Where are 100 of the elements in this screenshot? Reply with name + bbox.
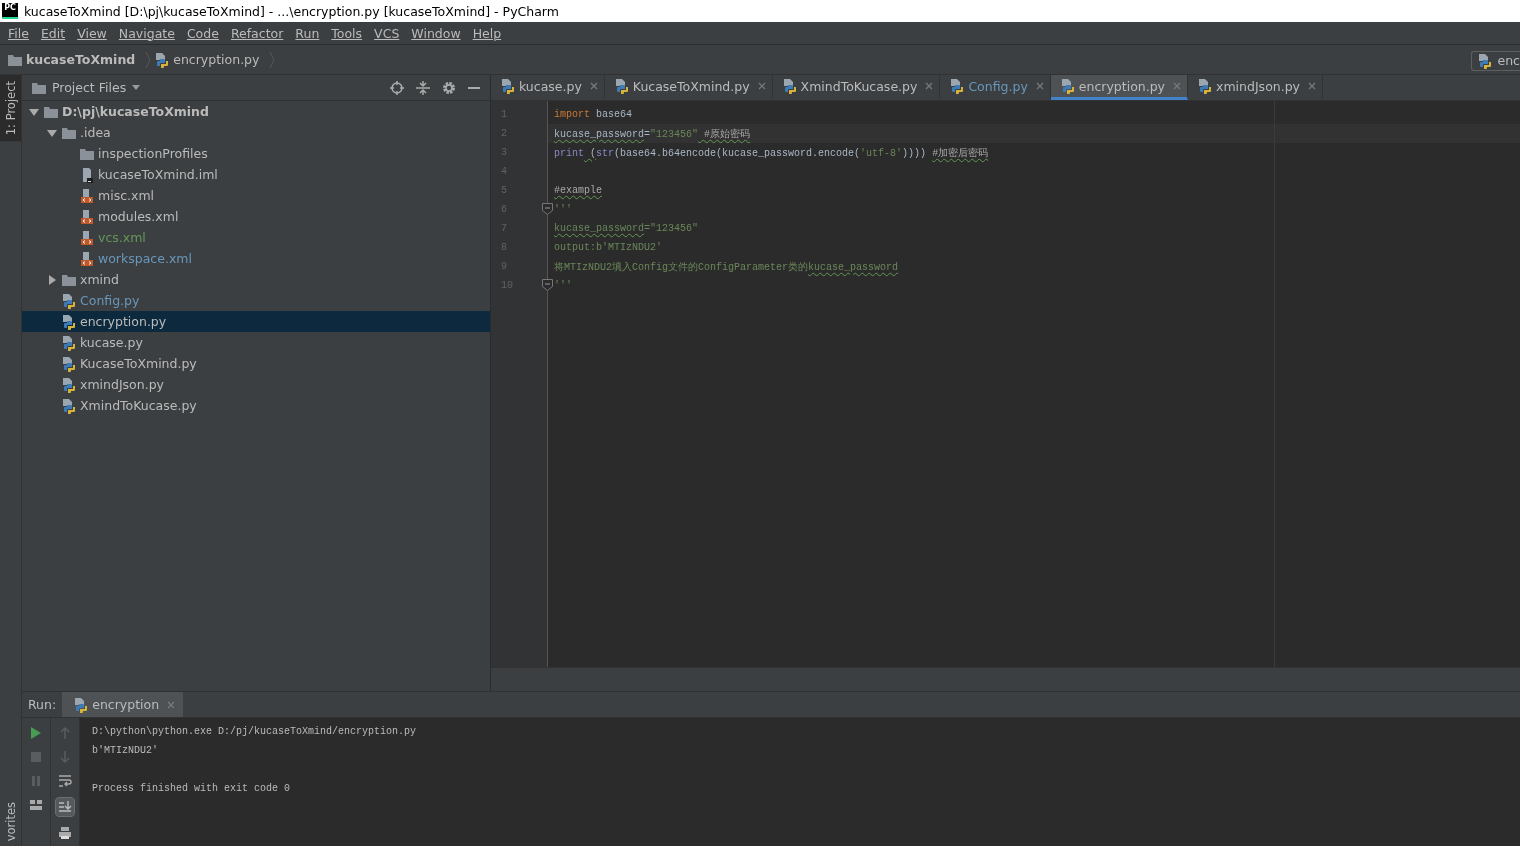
expanded-arrow-icon[interactable] [46,127,58,138]
tree-row[interactable]: kucaseToXmind.iml [22,164,490,185]
tree-row[interactable]: XmindToKucase.py [22,395,490,416]
tree-item-label[interactable]: encryption.py [80,314,167,329]
code-line: 将MTIzNDU2填入Config文件的ConfigParameter类的kucase_password [554,260,899,274]
python-file-icon [1198,78,1213,94]
tool-window-tab[interactable]: vorites [0,801,21,846]
tree-item-label[interactable]: inspectionProfiles [98,146,208,161]
editor-tab[interactable]: kucase.py [491,75,605,100]
editor-tab[interactable]: encryption.py [1050,75,1189,100]
menu-item[interactable]: VCS [368,25,406,41]
tree-row[interactable]: kucase.py [22,332,490,353]
tree-row[interactable]: xmindJson.py [22,374,490,395]
print-icon[interactable] [58,826,72,840]
collapse-all-icon[interactable] [416,80,430,95]
tree-item-label[interactable]: workspace.xml [98,251,192,266]
tree-item-label[interactable]: xmindJson.py [80,377,164,392]
editor-tab[interactable]: xmindJson.py [1188,75,1323,100]
tree-item-label[interactable]: misc.xml [98,188,155,203]
python-file-icon [950,78,965,94]
tree-item-label[interactable]: vcs.xml [98,230,146,245]
folder-icon [62,126,76,139]
menu-item[interactable]: Edit [34,25,72,41]
editor-tab[interactable]: KucaseToXmind.py [604,75,773,100]
close-icon[interactable] [757,82,766,90]
tree-item-label[interactable]: Config.py [80,293,140,308]
tree-item-label[interactable]: kucaseToXmind.iml [98,167,218,182]
tree-item-label[interactable]: xmind [80,272,119,287]
tree-row[interactable]: .idea [22,122,490,143]
tree-item-label[interactable]: modules.xml [98,209,179,224]
breadcrumb[interactable]: encryption.py [155,51,266,68]
project-view-dropdown[interactable]: Project Files [52,80,127,95]
code-line: #example [554,185,602,196]
close-icon[interactable] [1035,82,1044,90]
run-panel-label: Run: [27,697,58,712]
console-output-line: Process finished with exit code 0 [92,783,291,794]
tree-item-label[interactable]: D:\pj\kucaseToXmind [62,104,209,119]
tree-row[interactable]: workspace.xml [22,248,490,269]
tree-row[interactable]: inspectionProfiles [22,143,490,164]
close-icon[interactable] [1173,82,1182,90]
tree-row[interactable]: xmind [22,269,490,290]
breadcrumb[interactable]: kucaseToXmind [8,52,142,67]
editor-tab[interactable]: XmindToKucase.py [772,75,941,100]
layout-icon[interactable] [29,798,43,812]
crosshair-icon[interactable] [390,80,404,95]
close-icon[interactable] [925,82,934,90]
tool-window-tab[interactable]: 1: Project [0,75,21,142]
scroll-to-end-icon[interactable] [56,798,74,816]
expanded-arrow-icon[interactable] [28,106,40,117]
tree-row[interactable]: modules.xml [22,206,490,227]
tree-item-label[interactable]: kucase.py [80,335,143,350]
tree-row[interactable]: D:\pj\kucaseToXmind [22,101,490,122]
caret-icon[interactable] [132,85,141,90]
close-icon[interactable] [167,700,176,709]
run-configuration-dropdown[interactable]: enc [1470,50,1520,71]
soft-wrap-icon[interactable] [58,774,72,788]
fold-marker-icon[interactable] [542,203,553,215]
console-output-line: b'MTIzNDU2' [92,745,158,756]
tree-row[interactable]: vcs.xml [22,227,490,248]
menu-item[interactable]: Navigate [112,25,181,41]
menu-item[interactable]: File [2,25,35,41]
tree-row[interactable]: misc.xml [22,185,490,206]
tree-row[interactable]: Config.py [22,290,490,311]
python-file-icon [62,376,76,393]
collapsed-arrow-icon[interactable] [46,274,58,285]
tree-row[interactable]: KucaseToXmind.py [22,353,490,374]
folder-icon [62,273,76,286]
menu-item[interactable]: Run [289,25,326,41]
tree-item-label[interactable]: .idea [80,125,111,140]
app-icon: PC [2,3,18,19]
module-file-icon [80,166,94,183]
menu-item[interactable]: View [71,25,113,41]
folder-icon [44,105,58,118]
code-line: output:b'MTIzNDU2' [554,242,663,253]
close-icon[interactable] [589,82,598,90]
python-file-icon [62,355,76,372]
python-file-icon [155,51,170,68]
menu-item[interactable]: Code [180,25,225,41]
code-line: ''' [554,280,572,291]
run-icon[interactable] [29,726,43,740]
menu-item[interactable]: Help [466,25,508,41]
editor-tab[interactable]: Config.py [940,75,1051,100]
tree-row[interactable]: encryption.py [22,311,490,332]
menu-item[interactable]: Window [405,25,467,41]
folder-icon [32,81,46,94]
tree-item-label[interactable]: XmindToKucase.py [80,398,197,413]
folder-icon [8,53,22,66]
run-tab[interactable]: encryption [62,692,184,717]
menu-item[interactable]: Refactor [224,25,290,41]
python-file-icon [614,78,629,94]
python-file-icon [62,334,76,351]
tree-item-label[interactable]: KucaseToXmind.py [80,356,197,371]
console-output-line: D:\python\python.exe D:/pj/kucaseToXmind/encryption.py [92,726,417,737]
code-line: kucase_password="123456" #原始密码 [554,127,751,141]
python-file-icon [62,292,76,309]
menu-item[interactable]: Tools [325,25,369,41]
close-icon[interactable] [1308,82,1316,90]
settings-icon[interactable] [442,80,456,95]
code-line: ''' [554,204,572,215]
fold-marker-icon[interactable] [542,279,553,291]
